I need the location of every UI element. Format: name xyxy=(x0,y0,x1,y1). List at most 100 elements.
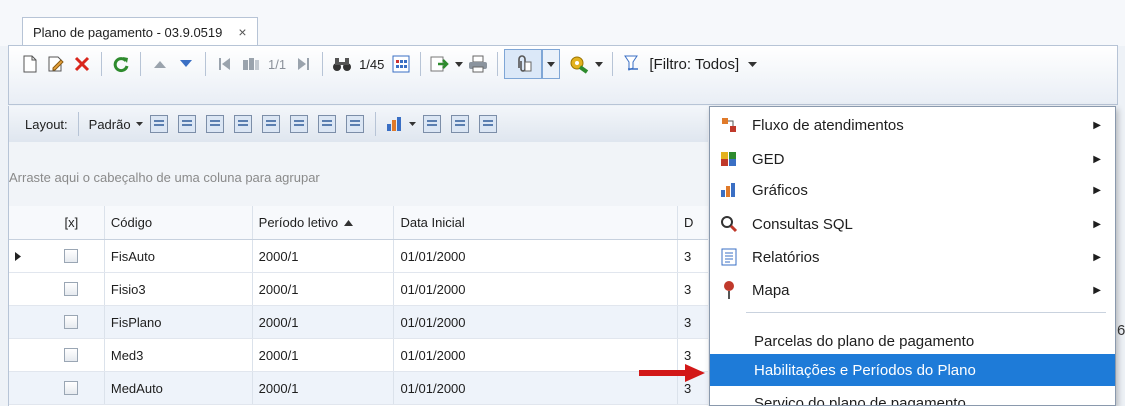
menu-item-relatorios[interactable]: Relatórios ▶ xyxy=(710,241,1115,273)
binoculars-icon[interactable] xyxy=(329,51,355,77)
column-header-periodo[interactable]: Período letivo xyxy=(253,206,395,239)
row-checkbox[interactable] xyxy=(64,381,79,395)
filter-label[interactable]: [Filtro: Todos] xyxy=(649,56,739,73)
tools-icon[interactable] xyxy=(566,51,592,77)
menu-item-graficos[interactable]: Gráficos ▶ xyxy=(710,174,1115,206)
main-toolbar: 1/1 1/45 [Filtro: Todos] xyxy=(8,45,1118,105)
save-layout-icon[interactable] xyxy=(149,115,168,133)
submenu-arrow-icon: ▶ xyxy=(1093,251,1101,263)
menu-item-label: Gráficos xyxy=(752,181,808,199)
cut-off-value: 6 xyxy=(1117,322,1125,339)
records-icon[interactable] xyxy=(238,51,264,77)
menu-item-fluxo-atendimentos[interactable]: Fluxo de atendimentos ▶ xyxy=(710,109,1115,141)
toolbar-separator xyxy=(322,52,324,76)
view-form-icon[interactable] xyxy=(422,115,441,133)
layout-toolbar: Layout: Padrão xyxy=(8,106,708,142)
print-icon[interactable] xyxy=(465,51,491,77)
table-row[interactable]: Fisio3 2000/1 01/01/2000 3 xyxy=(9,273,708,306)
group-icon[interactable] xyxy=(289,115,308,133)
chevron-down-icon[interactable] xyxy=(592,51,606,77)
map-pin-icon xyxy=(720,281,738,299)
column-header-codigo[interactable]: Código xyxy=(105,206,253,239)
record-position: 1/1 xyxy=(268,56,287,72)
menu-item-consultas-sql[interactable]: Consultas SQL ▶ xyxy=(710,208,1115,240)
cell-codigo: FisPlano xyxy=(105,306,253,338)
bar-chart-icon xyxy=(720,181,738,199)
attach-dropdown-button[interactable] xyxy=(542,49,561,79)
row-checkbox[interactable] xyxy=(64,282,79,296)
menu-item-label: Relatórios xyxy=(752,248,820,266)
edit-document-icon[interactable] xyxy=(43,51,69,77)
menu-item-ged[interactable]: GED ▶ xyxy=(710,143,1115,175)
chevron-down-icon[interactable] xyxy=(408,111,418,137)
chart-icon[interactable] xyxy=(382,111,408,137)
layout-icon[interactable] xyxy=(177,115,196,133)
menu-item-mapa[interactable]: Mapa ▶ xyxy=(710,274,1115,306)
tab-plano-pagamento[interactable]: Plano de pagamento - 03.9.0519 × xyxy=(22,17,258,46)
new-document-icon[interactable] xyxy=(17,51,43,77)
chevron-down-icon[interactable] xyxy=(135,111,145,137)
toolbar-separator xyxy=(374,112,376,136)
submenu-arrow-icon: ▶ xyxy=(1093,184,1101,196)
menu-item-habilitacoes-periodos[interactable]: Habilitações e Períodos do Plano xyxy=(710,354,1115,386)
submenu-arrow-icon: ▶ xyxy=(1093,218,1101,230)
toolbar-separator xyxy=(101,52,102,76)
workflow-icon xyxy=(720,116,738,134)
toolbar-separator xyxy=(77,112,79,136)
menu-item-label: GED xyxy=(752,150,785,168)
cell-data-inicial: 01/01/2000 xyxy=(394,372,679,404)
menu-item-servico-plano[interactable]: Serviço do plano de pagamento xyxy=(710,387,1115,406)
row-checkbox[interactable] xyxy=(64,348,79,362)
calendar-grid-icon[interactable] xyxy=(388,51,414,77)
move-down-icon[interactable] xyxy=(173,51,199,77)
first-record-icon[interactable] xyxy=(212,51,238,77)
close-icon[interactable]: × xyxy=(238,24,246,40)
menu-item-label: Fluxo de atendimentos xyxy=(752,116,904,134)
filter-icon[interactable] xyxy=(619,51,645,77)
toolbar-separator xyxy=(497,52,499,76)
row-indicator-header xyxy=(9,206,39,239)
cell-data-inicial: 01/01/2000 xyxy=(394,273,679,305)
chevron-down-icon[interactable] xyxy=(453,51,465,77)
cell-data-inicial: 01/01/2000 xyxy=(394,339,679,371)
attach-button[interactable] xyxy=(504,49,543,79)
chevron-down-icon[interactable] xyxy=(743,51,761,77)
table-row[interactable]: FisPlano 2000/1 01/01/2000 3 xyxy=(9,306,708,339)
report-icon xyxy=(720,248,738,266)
table-row[interactable]: FisAuto 2000/1 01/01/2000 3 xyxy=(9,240,708,273)
menu-separator xyxy=(746,312,1106,313)
last-record-icon[interactable] xyxy=(290,51,316,77)
move-up-icon[interactable] xyxy=(147,51,173,77)
import-layout-icon[interactable] xyxy=(233,115,252,133)
menu-item-label: Mapa xyxy=(752,281,790,299)
cell-data-inicial: 01/01/2000 xyxy=(394,306,679,338)
cell-periodo: 2000/1 xyxy=(253,273,395,305)
column-header-select[interactable]: [x] xyxy=(39,206,105,239)
view-list-icon[interactable] xyxy=(450,115,469,133)
columns-icon[interactable] xyxy=(205,115,224,133)
view-grid-icon[interactable] xyxy=(478,115,497,133)
layout-preset-dropdown[interactable]: Padrão xyxy=(89,117,131,132)
group-by-panel[interactable]: Arraste aqui o cabeçalho de uma coluna p… xyxy=(8,142,708,206)
cell-periodo: 2000/1 xyxy=(253,240,395,272)
sum-icon[interactable] xyxy=(317,115,336,133)
row-checkbox[interactable] xyxy=(64,315,79,329)
format-icon[interactable] xyxy=(345,115,364,133)
column-header-data-inicial[interactable]: Data Inicial xyxy=(394,206,679,239)
cell-periodo: 2000/1 xyxy=(253,306,395,338)
column-header-data-final[interactable]: D xyxy=(678,206,708,239)
delete-icon[interactable] xyxy=(69,51,95,77)
refresh-icon[interactable] xyxy=(108,51,134,77)
tab-strip: Plano de pagamento - 03.9.0519 × xyxy=(0,0,1125,46)
table-row[interactable]: Med3 2000/1 01/01/2000 3 xyxy=(9,339,708,372)
row-checkbox[interactable] xyxy=(64,249,79,263)
table-row[interactable]: MedAuto 2000/1 01/01/2000 3 xyxy=(9,372,708,405)
submenu-arrow-icon: ▶ xyxy=(1093,284,1101,296)
sort-ascending-icon xyxy=(344,219,354,226)
export-icon[interactable] xyxy=(427,51,453,77)
submenu-arrow-icon: ▶ xyxy=(1093,119,1101,131)
toolbar-separator xyxy=(140,52,141,76)
cell-periodo: 2000/1 xyxy=(253,372,395,404)
menu-item-parcelas[interactable]: Parcelas do plano de pagamento xyxy=(710,325,1115,357)
export-layout-icon[interactable] xyxy=(261,115,280,133)
